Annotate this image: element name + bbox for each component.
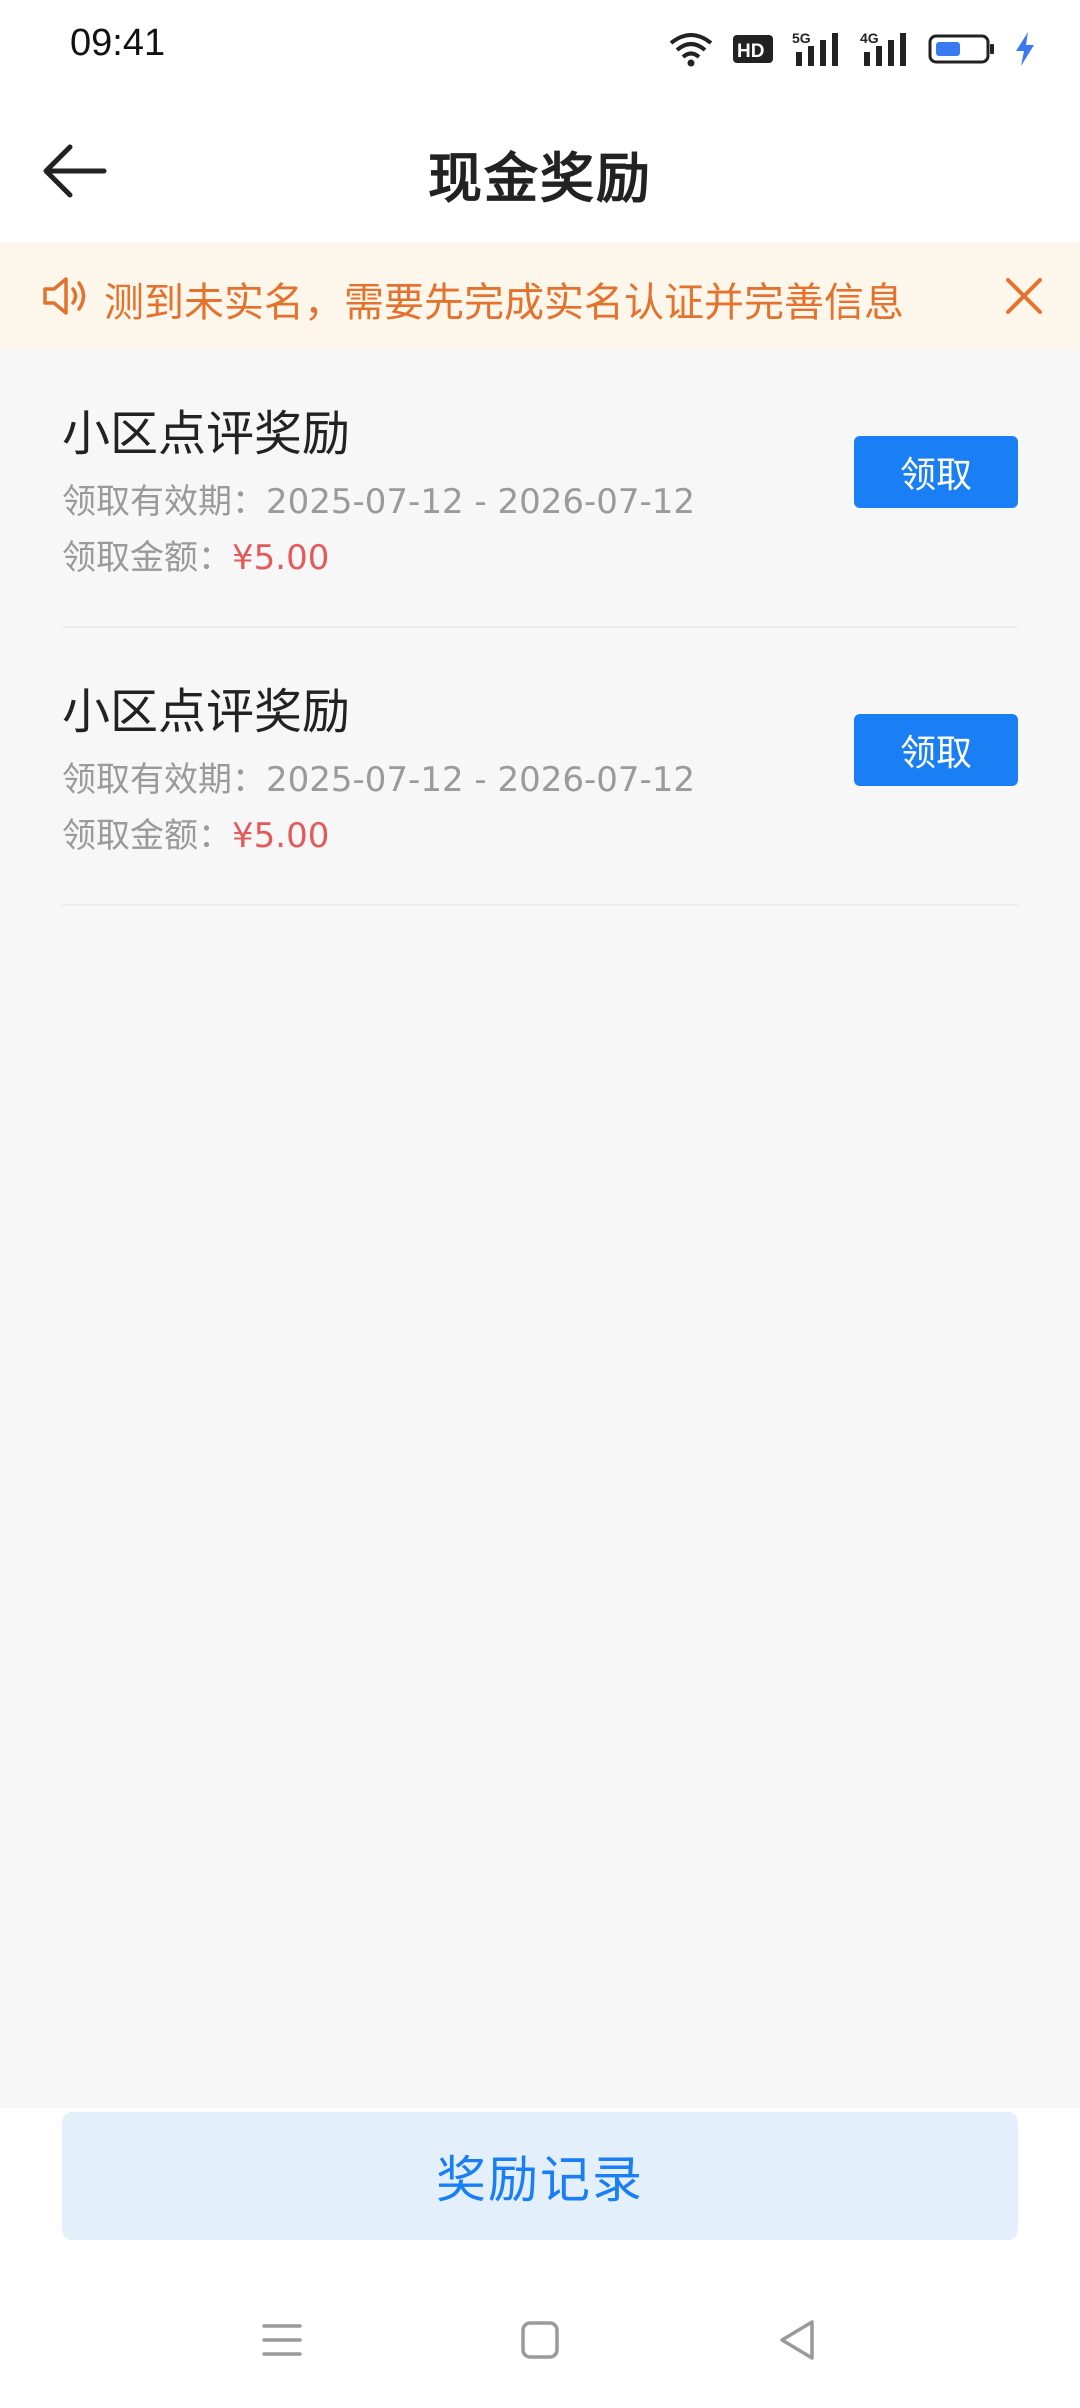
close-icon[interactable] <box>1000 272 1048 320</box>
reward-item: 小区点评奖励 领取有效期：2025-07-12 - 2026-07-12 领取金… <box>62 628 1018 906</box>
5g-label: 5G <box>792 30 811 46</box>
5g-signal-icon: 5G <box>792 30 838 66</box>
amount-label: 领取金额： <box>62 538 232 578</box>
battery-icon <box>928 34 994 64</box>
hd-icon: HD <box>733 35 773 63</box>
reward-period: 领取有效期：2025-07-12 - 2026-07-12 <box>62 752 695 801</box>
header: 现金奖励 <box>0 96 1080 242</box>
status-bar: 09:41 HD 5G 4G <box>0 0 1080 96</box>
reward-period: 领取有效期：2025-07-12 - 2026-07-12 <box>62 474 695 523</box>
period-label: 领取有效期： <box>62 482 266 522</box>
reward-record-button[interactable]: 奖励记录 <box>62 2112 1018 2240</box>
status-icons: HD 5G 4G <box>668 24 1036 74</box>
claim-button[interactable]: 领取 <box>854 714 1018 786</box>
notice-bar: 测到未实名，需要先完成实名认证并完善信息 <box>0 242 1080 350</box>
reward-item: 小区点评奖励 领取有效期：2025-07-12 - 2026-07-12 领取金… <box>62 350 1018 628</box>
status-time: 09:41 <box>70 22 166 64</box>
4g-signal-icon: 4G <box>860 30 906 66</box>
reward-title: 小区点评奖励 <box>62 684 351 740</box>
charging-icon <box>1016 32 1034 66</box>
period-label: 领取有效期： <box>62 760 266 800</box>
menu-icon[interactable] <box>252 2310 312 2370</box>
reward-title: 小区点评奖励 <box>62 406 351 462</box>
reward-amount: 领取金额：¥5.00 <box>62 808 329 857</box>
home-icon[interactable] <box>510 2310 570 2370</box>
4g-label: 4G <box>860 30 879 46</box>
notice-text: 测到未实名，需要先完成实名认证并完善信息 <box>104 280 904 326</box>
amount-value: ¥5.00 <box>232 816 330 856</box>
wifi-icon <box>669 33 713 67</box>
claim-button[interactable]: 领取 <box>854 436 1018 508</box>
amount-value: ¥5.00 <box>232 538 330 578</box>
page-title: 现金奖励 <box>428 147 652 210</box>
hd-label: HD <box>737 41 764 62</box>
reward-amount: 领取金额：¥5.00 <box>62 530 329 579</box>
back-triangle-icon[interactable] <box>768 2310 828 2370</box>
system-nav-bar <box>0 2300 1080 2380</box>
reward-list: 小区点评奖励 领取有效期：2025-07-12 - 2026-07-12 领取金… <box>0 350 1080 906</box>
amount-label: 领取金额： <box>62 816 232 856</box>
period-value: 2025-07-12 - 2026-07-12 <box>266 760 696 800</box>
period-value: 2025-07-12 - 2026-07-12 <box>266 482 696 522</box>
speaker-icon <box>43 277 86 315</box>
